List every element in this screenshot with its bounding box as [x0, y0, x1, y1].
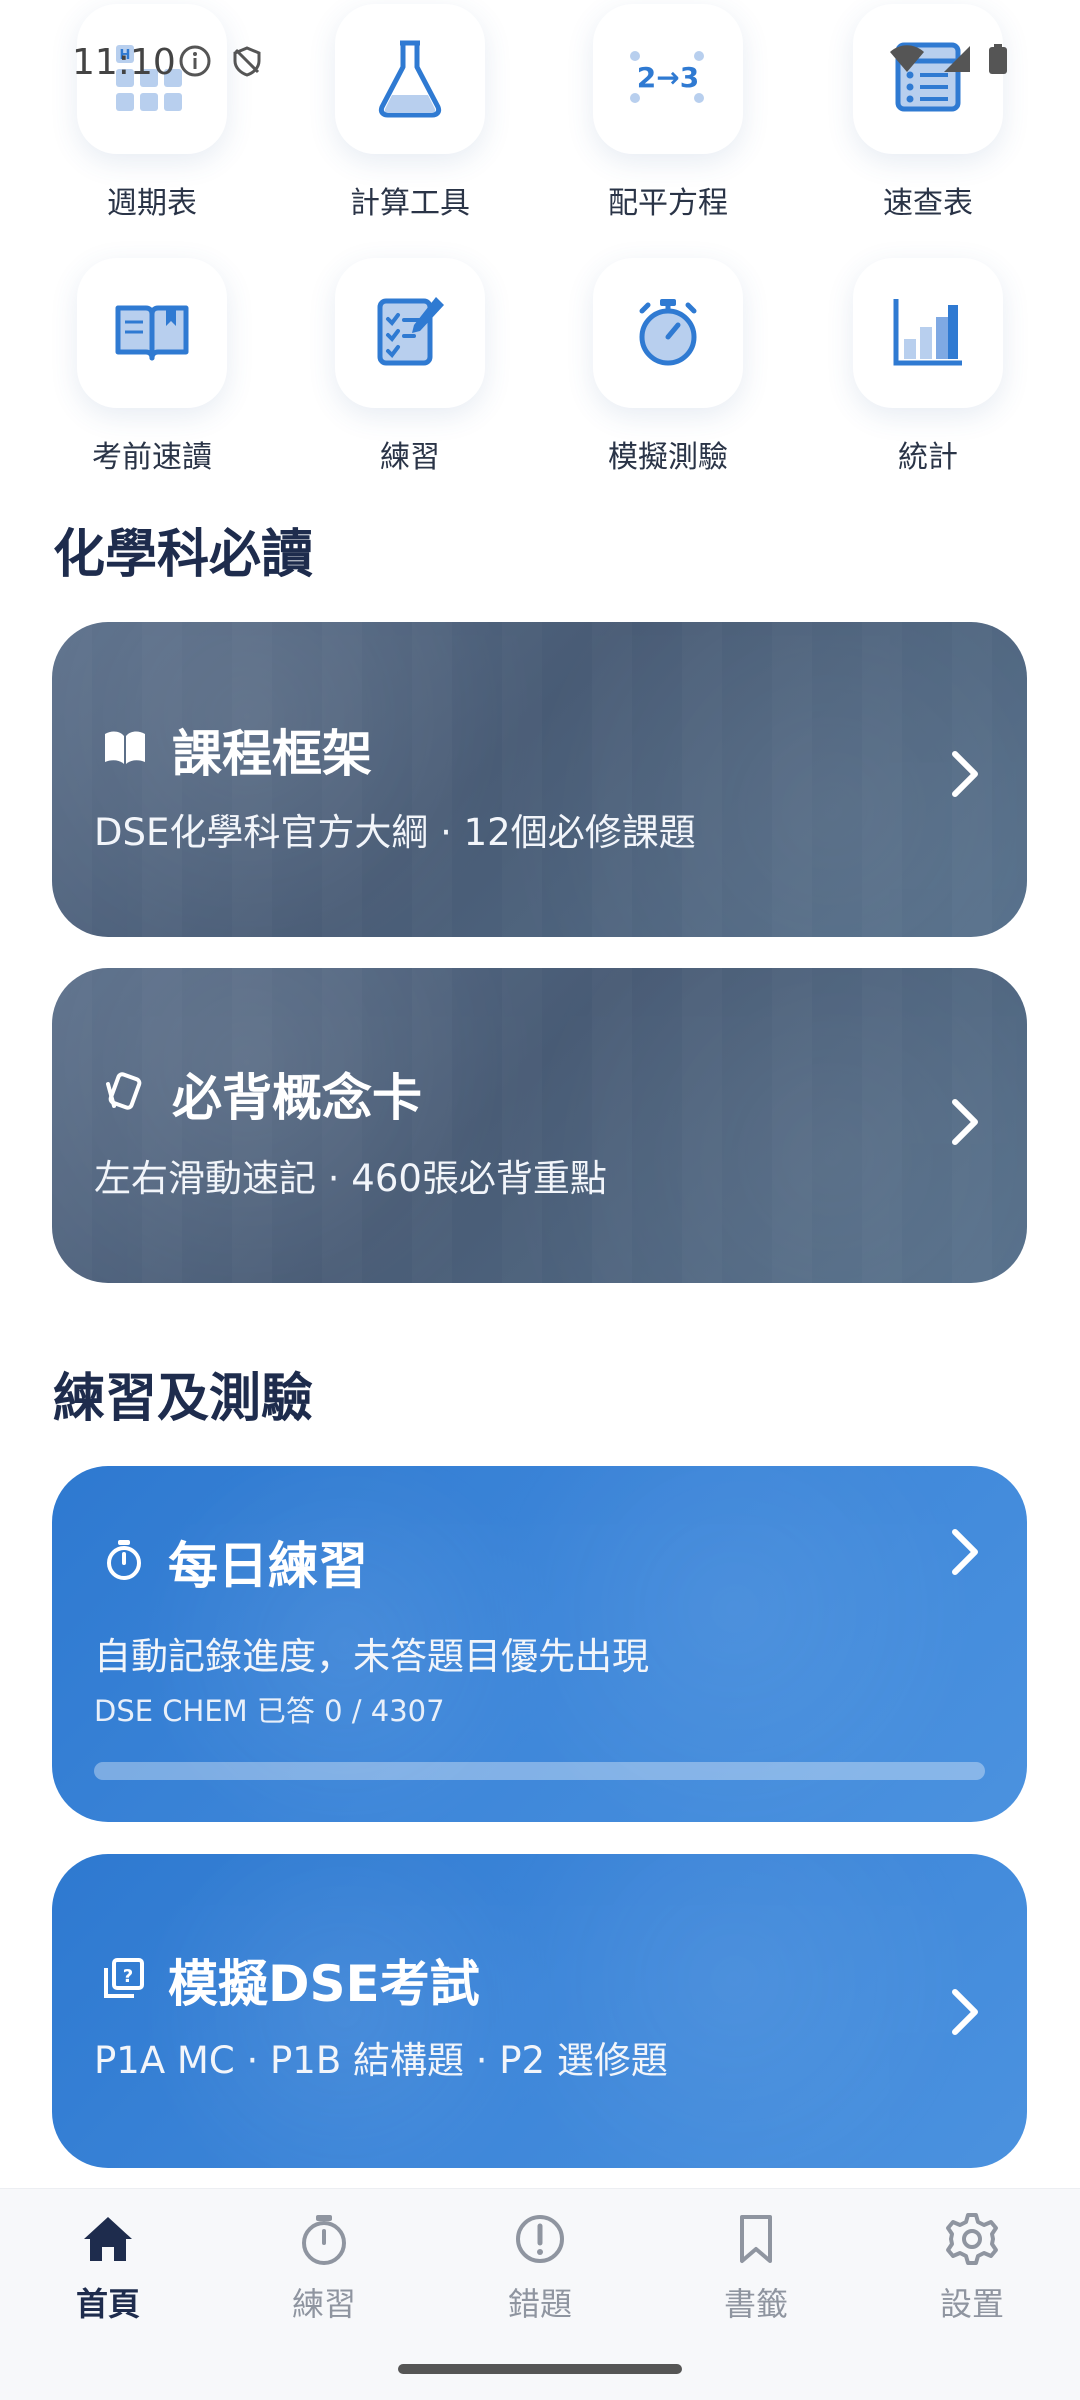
exam-icon: ?	[104, 1958, 144, 2002]
home-icon	[80, 2217, 136, 2271]
card-subtitle: 左右滑動速記 · 460張必背重點	[94, 1157, 607, 1200]
nav-bookmarks[interactable]: 書籤	[676, 2211, 836, 2325]
info-icon	[178, 44, 212, 82]
nav-practice[interactable]: 練習	[244, 2211, 404, 2325]
chevron-right-icon	[949, 1988, 979, 2040]
nav-home[interactable]: 首頁	[28, 2211, 188, 2325]
tool-label: 計算工具	[350, 186, 470, 221]
battery-icon	[988, 44, 1008, 78]
shield-icon	[230, 44, 264, 82]
nav-label: 練習	[291, 2285, 356, 2323]
card-title: 模擬DSE考試	[168, 1955, 480, 2013]
wifi-icon	[888, 44, 926, 78]
timer-icon	[104, 1538, 144, 1586]
tool-stats[interactable]: 統計	[798, 258, 1058, 476]
alert-icon	[512, 2215, 568, 2271]
curriculum-card[interactable]: 課程框架 DSE化學科官方大綱 · 12個必修課題	[52, 622, 1027, 937]
tool-label: 模擬測驗	[608, 440, 728, 475]
daily-practice-card[interactable]: 每日練習 自動記錄進度，未答題目優先出現 DSE CHEM 已答 0 / 430…	[52, 1466, 1027, 1822]
cards-icon	[102, 1070, 148, 1118]
signal-icon	[942, 44, 972, 78]
card-title: 每日練習	[168, 1537, 368, 1595]
mock-exam-card[interactable]: ? 模擬DSE考試 P1A MC · P1B 結構題 · P2 選修題	[52, 1854, 1027, 2168]
section-title-must-read: 化學科必讀	[53, 525, 314, 585]
nav-settings[interactable]: 設置	[892, 2211, 1052, 2325]
svg-text:?: ?	[123, 1966, 133, 1987]
tool-label: 速查表	[883, 186, 973, 221]
stopwatch-icon	[628, 291, 708, 375]
stopwatch-icon	[296, 2215, 352, 2271]
home-indicator	[398, 2364, 682, 2374]
bookmark-icon	[728, 2215, 784, 2271]
nav-label: 首頁	[75, 2285, 140, 2323]
progress-count: DSE CHEM 已答 0 / 4307	[94, 1694, 445, 1728]
nav-label: 書籤	[723, 2285, 788, 2323]
chevron-right-icon	[949, 1528, 979, 1580]
card-subtitle: P1A MC · P1B 結構題 · P2 選修題	[94, 2039, 668, 2082]
tool-mock-test[interactable]: 模擬測驗	[538, 258, 798, 476]
tool-label: 配平方程	[608, 186, 728, 221]
flashcards-card[interactable]: 必背概念卡 左右滑動速記 · 460張必背重點	[52, 968, 1027, 1283]
nav-label: 錯題	[507, 2285, 572, 2323]
tool-label: 統計	[898, 440, 958, 475]
chevron-right-icon	[949, 750, 979, 802]
progress-bar	[94, 1762, 985, 1780]
bar-chart-icon	[888, 291, 968, 375]
nav-mistakes[interactable]: 錯題	[460, 2211, 620, 2325]
chevron-right-icon	[949, 1098, 979, 1150]
tool-label: 練習	[380, 440, 440, 475]
status-bar: 11:10	[0, 0, 1080, 120]
tool-label: 週期表	[107, 186, 197, 221]
card-title: 課程框架	[172, 725, 372, 783]
tool-quick-read[interactable]: 考前速讀	[22, 258, 282, 476]
tool-practice[interactable]: 練習	[280, 258, 540, 476]
card-title: 必背概念卡	[172, 1069, 422, 1127]
card-subtitle: DSE化學科官方大綱 · 12個必修課題	[94, 811, 696, 854]
status-time: 11:10	[72, 42, 176, 83]
checklist-icon	[370, 291, 450, 375]
section-title-practice: 練習及測驗	[53, 1369, 314, 1429]
card-subtitle: 自動記錄進度，未答題目優先出現	[94, 1635, 649, 1678]
tool-label: 考前速讀	[92, 440, 212, 475]
book-icon	[102, 728, 148, 772]
gear-icon	[944, 2213, 1000, 2271]
open-book-icon	[112, 296, 192, 370]
nav-label: 設置	[939, 2285, 1004, 2323]
